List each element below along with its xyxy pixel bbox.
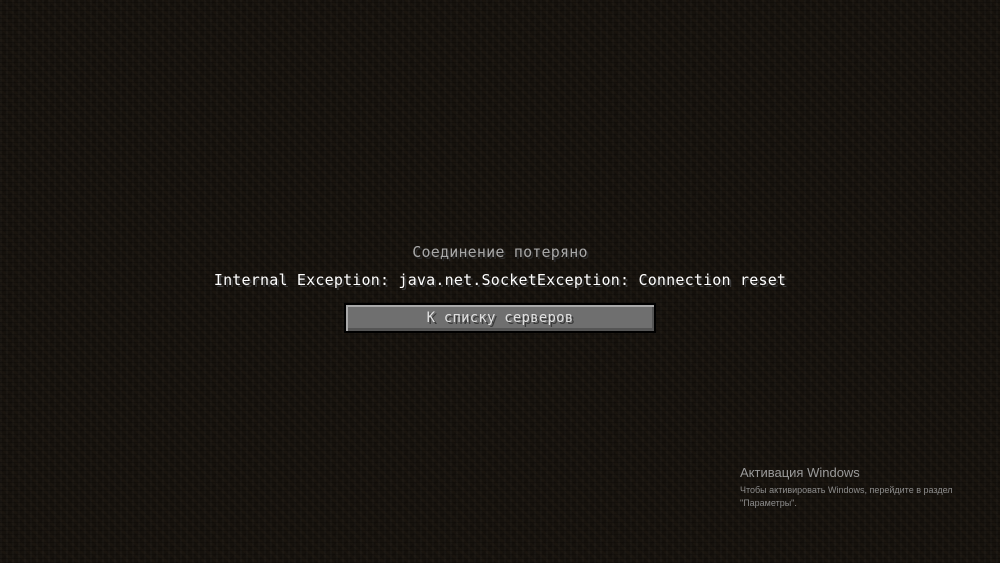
- activation-instruction-continued: "Параметры".: [740, 498, 797, 508]
- disconnect-title: Соединение потеряно: [412, 243, 588, 261]
- disconnect-screen: Соединение потеряно Internal Exception: …: [0, 0, 1000, 563]
- activation-title: Активация Windows: [740, 465, 860, 480]
- windows-activation-watermark: Активация Windows Чтобы активировать Win…: [740, 465, 990, 510]
- activation-instruction: Чтобы активировать Windows, перейдите в …: [740, 485, 953, 495]
- back-to-server-list-label: К списку серверов: [426, 310, 574, 326]
- disconnect-reason: Internal Exception: java.net.SocketExcep…: [213, 271, 787, 289]
- back-to-server-list-button[interactable]: К списку серверов: [344, 303, 656, 333]
